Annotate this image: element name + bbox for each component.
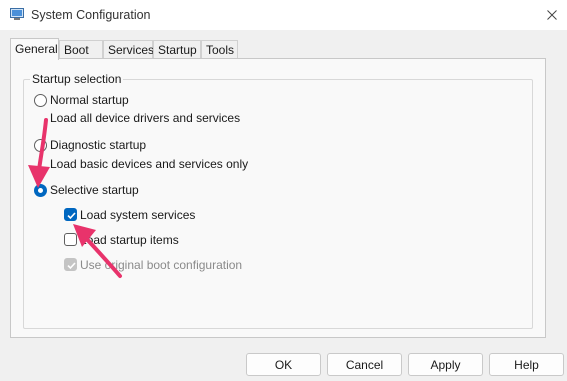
window-title: System Configuration	[31, 8, 151, 22]
title-bar: System Configuration	[0, 0, 567, 30]
normal-startup-radio[interactable]	[34, 94, 47, 107]
load-startup-items-label[interactable]: Load startup items	[80, 233, 179, 247]
selective-startup-radio[interactable]	[34, 184, 47, 197]
diagnostic-startup-radio[interactable]	[34, 139, 47, 152]
normal-startup-label[interactable]: Normal startup	[50, 93, 129, 107]
ok-button[interactable]: OK	[246, 353, 321, 376]
load-system-services-checkbox[interactable]	[64, 208, 77, 221]
tab-tools[interactable]: Tools	[201, 40, 238, 58]
cancel-button[interactable]: Cancel	[327, 353, 402, 376]
normal-startup-description: Load all device drivers and services	[50, 111, 241, 125]
diagnostic-startup-label[interactable]: Diagnostic startup	[50, 138, 146, 152]
load-startup-items-checkbox[interactable]	[64, 233, 77, 246]
close-button[interactable]	[537, 0, 567, 30]
tab-general[interactable]: General	[10, 38, 59, 60]
help-button[interactable]: Help	[489, 353, 564, 376]
checkmark-icon	[67, 212, 76, 220]
msconfig-app-icon	[10, 8, 24, 20]
close-icon	[547, 10, 557, 20]
selective-startup-label[interactable]: Selective startup	[50, 183, 139, 197]
diagnostic-startup-description: Load basic devices and services only	[50, 157, 249, 171]
tab-boot[interactable]: Boot	[59, 40, 103, 58]
checkmark-icon	[67, 262, 76, 270]
tab-startup[interactable]: Startup	[153, 40, 201, 58]
load-system-services-label[interactable]: Load system services	[80, 208, 195, 222]
startup-selection-title: Startup selection	[30, 72, 124, 86]
use-original-boot-label: Use original boot configuration	[80, 258, 243, 272]
use-original-boot-checkbox	[64, 258, 77, 271]
apply-button[interactable]: Apply	[408, 353, 483, 376]
tab-services[interactable]: Services	[103, 40, 154, 58]
